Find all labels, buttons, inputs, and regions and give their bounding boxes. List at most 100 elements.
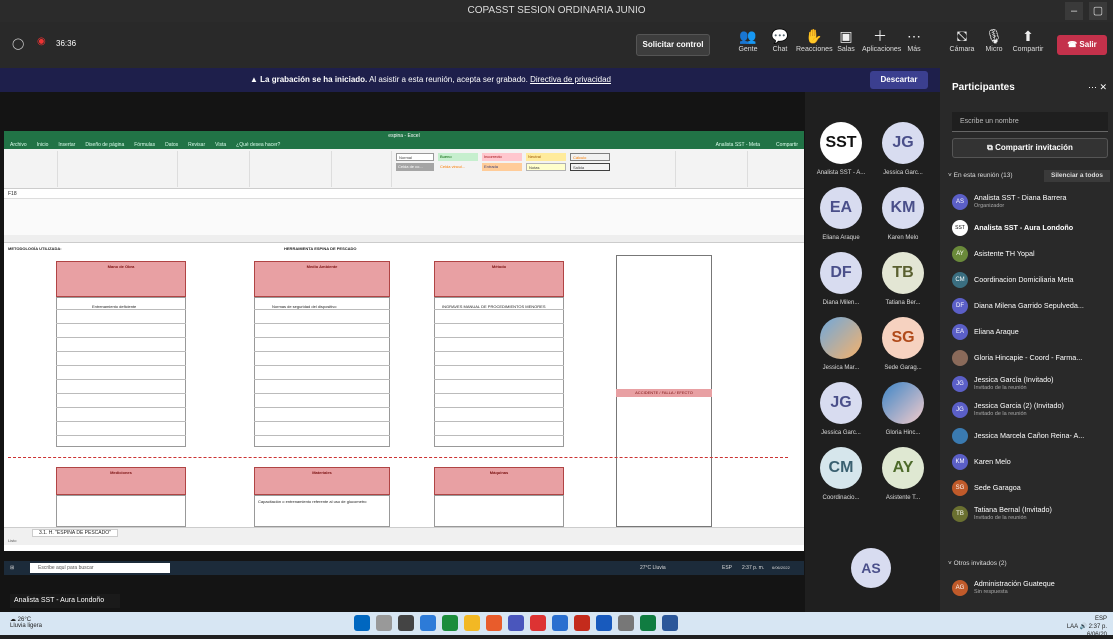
rooms-button[interactable]: ▣ Salas xyxy=(828,28,864,53)
formula-bar[interactable]: F18 xyxy=(4,189,804,199)
excel-status: Listo xyxy=(8,538,17,543)
widgets-icon[interactable] xyxy=(420,615,436,631)
dismiss-button[interactable]: Descartar xyxy=(870,71,928,89)
start-icon[interactable] xyxy=(354,615,370,631)
participant-row[interactable]: EA Eliana Araque xyxy=(948,320,1113,344)
leave-button[interactable]: ☎ Salir xyxy=(1057,35,1107,55)
app-icon[interactable] xyxy=(618,615,634,631)
mute-all-button[interactable]: Silenciar a todos xyxy=(1044,170,1110,182)
tab-inicio[interactable]: Inicio xyxy=(37,141,49,149)
participant-name: Karen Melo xyxy=(974,457,1011,466)
pdf-icon[interactable] xyxy=(574,615,590,631)
box-mano-de-obra[interactable] xyxy=(56,297,186,447)
minimize-icon[interactable]: – xyxy=(1065,2,1083,20)
excel-icon[interactable] xyxy=(640,615,656,631)
tab-diseno[interactable]: Diseño de página xyxy=(85,141,124,149)
participant-row[interactable]: KM Karen Melo xyxy=(948,450,1113,474)
tab-formulas[interactable]: Fórmulas xyxy=(134,141,155,149)
tile-diana-milena[interactable]: DF Diana Milen... xyxy=(810,252,872,306)
tile-self[interactable]: AS xyxy=(848,548,894,588)
participant-row[interactable]: JG Jessica Garcia (2) (Invitado) Invitado … xyxy=(948,398,1113,422)
participant-row[interactable]: Jessica Marcela Cañon Reina- A... xyxy=(948,424,1113,448)
outlook-icon[interactable] xyxy=(552,615,568,631)
request-control-button[interactable]: Solicitar control xyxy=(636,34,710,56)
box-metodo[interactable] xyxy=(434,297,564,447)
style-notas[interactable]: Notas xyxy=(526,163,566,171)
remote-search-box[interactable]: Escribe aquí para buscar xyxy=(30,563,170,573)
explorer-icon[interactable] xyxy=(464,615,480,631)
sheet-tab-espina[interactable]: 3.1. H. "ESPINA DE PESCADO" xyxy=(32,529,118,537)
chat-button[interactable]: 💬 Chat xyxy=(762,28,798,53)
maximize-icon[interactable]: ▢ xyxy=(1089,2,1107,20)
participant-row[interactable]: SG Sede Garagoa xyxy=(948,476,1113,500)
style-salida[interactable]: Salida xyxy=(570,163,610,171)
participant-search[interactable]: Escribe un nombre xyxy=(952,112,1108,132)
style-neutral[interactable]: Neutral xyxy=(526,153,566,161)
teams-icon[interactable] xyxy=(508,615,524,631)
task-view-icon[interactable] xyxy=(398,615,414,631)
tab-datos[interactable]: Datos xyxy=(165,141,178,149)
tab-vista[interactable]: Vista xyxy=(215,141,226,149)
participant-row[interactable]: AS Analista SST - Diana Barrera Organizado… xyxy=(948,190,1113,214)
share-invite-button[interactable]: ⧉ Compartir invitación xyxy=(952,138,1108,158)
participant-row[interactable]: CM Coordinacion Domiciliaria Meta xyxy=(948,268,1113,292)
participant-row[interactable]: DF Diana Milena Garrido Sepulveda... xyxy=(948,294,1113,318)
word-doc-icon[interactable] xyxy=(662,615,678,631)
tile-gloria-hincapie[interactable]: Gloria Hinc... xyxy=(872,382,934,436)
weather-widget[interactable]: ☁ 26°C Lluvia ligera xyxy=(10,616,42,629)
style-entrada[interactable]: Entrada xyxy=(482,163,522,171)
tile-analista-sst[interactable]: SST Analista SST - A... xyxy=(810,122,872,176)
tell-me-box[interactable]: ¿Qué desea hacer? xyxy=(236,141,280,149)
participant-row[interactable]: SST Analista SST - Aura Londoño xyxy=(948,216,1113,240)
participant-row[interactable]: AY Asistente TH Yopal xyxy=(948,242,1113,266)
in-meeting-section[interactable]: ˅ En esta reunión (13) xyxy=(948,172,1013,179)
reactions-button[interactable]: ✋ Reacciones xyxy=(796,28,833,53)
tile-jessica-garcia[interactable]: JG Jessica Garc... xyxy=(872,122,934,176)
style-bueno[interactable]: Bueno xyxy=(438,153,478,161)
more-button[interactable]: ⋯ Más xyxy=(896,28,932,53)
tile-tatiana-bernal[interactable]: TB Tatiana Ber... xyxy=(872,252,934,306)
privacy-link[interactable]: Directiva de privacidad xyxy=(530,75,611,84)
store-icon[interactable] xyxy=(486,615,502,631)
name-box[interactable]: F18 xyxy=(8,191,17,197)
tile-jessica-garcia-2[interactable]: JG Jessica Garc... xyxy=(810,382,872,436)
system-tray[interactable]: ESP LAA 🔊 2:37 p. 6/06/20 xyxy=(1067,615,1107,639)
tab-revisar[interactable]: Revisar xyxy=(188,141,205,149)
style-normal[interactable]: Normal xyxy=(396,153,434,161)
share-button[interactable]: ⬆ Compartir xyxy=(1010,28,1046,53)
tile-asistente[interactable]: AY Asistente T... xyxy=(872,447,934,501)
edge-icon[interactable] xyxy=(442,615,458,631)
avatar: JG xyxy=(952,402,968,418)
tile-eliana-araque[interactable]: EA Eliana Araque xyxy=(810,187,872,241)
tab-insertar[interactable]: Insertar xyxy=(58,141,75,149)
other-invitees-section[interactable]: ˅ Otros invitados (2) xyxy=(948,560,1007,567)
participant-row[interactable]: AG Administración Guateque Sin respuesta xyxy=(948,576,1113,600)
box-mediciones[interactable] xyxy=(56,495,186,527)
style-incorrecto[interactable]: Incorrecto xyxy=(482,153,522,161)
spreadsheet-grid[interactable]: METODOLOGÍA UTILIZADA: HERRAMIENTA ESPIN… xyxy=(4,235,804,527)
tile-jessica-marcela[interactable]: Jessica Mar... xyxy=(810,317,872,371)
people-button[interactable]: 👥 Gente xyxy=(730,28,766,53)
mic-button[interactable]: 🎙 Micro xyxy=(976,28,1012,53)
style-celda-control[interactable]: Celda de co... xyxy=(396,163,434,171)
box-maquinas[interactable] xyxy=(434,495,564,527)
word-icon[interactable] xyxy=(596,615,612,631)
camera-button[interactable]: ⛞ Cámara xyxy=(944,28,980,53)
close-icon[interactable]: ⋯ ✕ xyxy=(1088,82,1107,93)
volume-icon[interactable]: 🔊 xyxy=(1080,624,1089,630)
tab-archivo[interactable]: Archivo xyxy=(10,141,27,149)
style-calculo[interactable]: Cálculo xyxy=(570,153,610,161)
participant-row[interactable]: JG Jessica García (Invitado) Invitado de l… xyxy=(948,372,1113,396)
tile-sede-garagoa[interactable]: SG Sede Garag... xyxy=(872,317,934,371)
excel-share-button[interactable]: Compartir xyxy=(776,141,804,149)
apps-button[interactable]: ＋ Aplicaciones xyxy=(862,28,901,53)
tile-coordinacion[interactable]: CM Coordinacio... xyxy=(810,447,872,501)
style-celda-vinculada[interactable]: Celda vincul... xyxy=(438,163,478,171)
tile-karen-melo[interactable]: KM Karen Melo xyxy=(872,187,934,241)
search-icon[interactable] xyxy=(376,615,392,631)
box-medio-ambiente[interactable] xyxy=(254,297,390,447)
participant-row[interactable]: TB Tatiana Bernal (Invitado) Invitado de l… xyxy=(948,502,1113,526)
chrome-icon[interactable] xyxy=(530,615,546,631)
participant-row[interactable]: Gloria Hincapie - Coord - Farma... xyxy=(948,346,1113,370)
windows-start-icon[interactable]: ⊞ xyxy=(10,561,14,575)
